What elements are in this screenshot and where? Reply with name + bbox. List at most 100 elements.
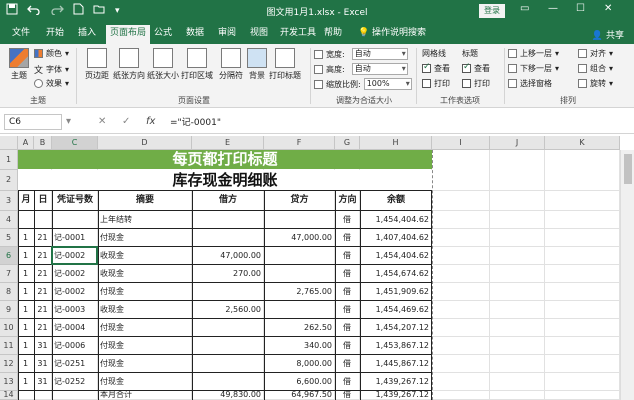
table-cell: 借 <box>343 287 351 296</box>
print-titles-button[interactable]: 打印标题 <box>268 48 302 81</box>
column-header[interactable]: E <box>192 136 264 150</box>
row-header[interactable]: 7 <box>0 265 18 283</box>
row-header[interactable]: 5 <box>0 229 18 247</box>
scale-stepper[interactable]: 100% <box>363 78 412 90</box>
window-title: 图文用1月1.xlsx - Excel <box>266 8 368 18</box>
scrollbar-thumb[interactable] <box>624 154 632 184</box>
row-header[interactable]: 8 <box>0 283 18 301</box>
print-area-button[interactable]: 打印区域 <box>180 48 214 81</box>
maximize-icon[interactable]: ☐ <box>576 3 585 14</box>
minimize-icon[interactable]: — <box>548 3 558 14</box>
tab-developer[interactable]: 开发工具 <box>276 26 320 44</box>
headings-print-checkbox[interactable] <box>462 79 471 88</box>
table-cell: 1,454,404.62 <box>375 215 429 224</box>
table-cell: 1,439,267.12 <box>375 377 429 386</box>
table-cell: 47,000.00 <box>220 251 261 260</box>
name-box[interactable]: C6 <box>4 114 62 130</box>
align-button[interactable]: 对齐 ▾ <box>578 48 613 59</box>
login-button[interactable]: 登录 <box>479 4 505 18</box>
themes-button[interactable]: 主题 <box>2 48 36 81</box>
table-cell: 8,000.00 <box>296 359 332 368</box>
headings-view[interactable]: 查看 <box>462 62 490 74</box>
table-cell: 21 <box>37 287 48 296</box>
vertical-scrollbar[interactable] <box>620 150 634 400</box>
column-header[interactable]: D <box>98 136 192 150</box>
table-header: 借方 <box>218 195 237 205</box>
select-all-corner[interactable] <box>0 136 18 150</box>
row-header[interactable]: 11 <box>0 337 18 355</box>
size-button[interactable]: 纸张大小 <box>146 48 180 81</box>
row-header[interactable]: 14 <box>0 391 18 400</box>
ribbon-display-icon[interactable]: ▭ <box>520 3 529 14</box>
bring-forward-button[interactable]: 上移一层 ▾ <box>508 48 559 59</box>
formula-input[interactable]: ="记-0001" <box>170 115 221 128</box>
column-header[interactable]: F <box>264 136 335 150</box>
tab-formulas[interactable]: 公式 <box>150 26 176 44</box>
tab-insert[interactable]: 插入 <box>74 26 100 44</box>
theme-effects-button[interactable]: 效果 ▾ <box>34 78 69 89</box>
active-cell-outline[interactable] <box>51 246 98 265</box>
gridlines-print[interactable]: 打印 <box>422 78 450 89</box>
table-cell: 本月合计 <box>100 391 132 399</box>
tab-page-layout[interactable]: 页面布局 <box>106 25 151 44</box>
column-header[interactable]: C <box>52 136 98 150</box>
row-header[interactable]: 10 <box>0 319 18 337</box>
headings-print[interactable]: 打印 <box>462 78 490 89</box>
enter-icon[interactable]: ✓ <box>122 116 130 127</box>
tab-file[interactable]: 文件 <box>8 26 34 44</box>
colors-icon <box>34 49 43 58</box>
selection-pane-button[interactable]: 选择窗格 <box>508 78 552 89</box>
table-cell: 付现金 <box>100 341 124 350</box>
send-backward-button[interactable]: 下移一层 ▾ <box>508 63 559 74</box>
theme-fonts-button[interactable]: 文 字体 ▾ <box>34 63 69 76</box>
orientation-button[interactable]: 纸张方向 <box>112 48 146 81</box>
share-button[interactable]: 👤 共享 <box>592 28 624 41</box>
width-select[interactable]: 自动 <box>351 48 408 60</box>
namebox-dropdown-icon[interactable]: ▾ <box>66 116 71 127</box>
table-cell: 记-0006 <box>54 341 86 350</box>
table-cell: 1,453,867.12 <box>375 341 429 350</box>
row-header[interactable]: 4 <box>0 211 18 229</box>
column-header[interactable]: G <box>335 136 360 150</box>
margins-button[interactable]: 页边距 <box>80 48 114 81</box>
column-header[interactable]: K <box>545 136 620 150</box>
group-label-arrange: 排列 <box>560 96 576 105</box>
gridlines-print-checkbox[interactable] <box>422 79 431 88</box>
spreadsheet-grid[interactable]: ABCDEFGHIJK 1 2 3 4 5 6 7 8 9 10 11 12 13 14 每页都打印标题库… <box>0 136 634 400</box>
row-header[interactable]: 9 <box>0 301 18 319</box>
row-header[interactable]: 1 <box>0 150 18 170</box>
group-icon <box>578 64 587 73</box>
gridline <box>544 150 545 400</box>
tab-review[interactable]: 审阅 <box>214 26 240 44</box>
column-header[interactable]: J <box>490 136 545 150</box>
rotate-icon <box>578 79 587 88</box>
close-icon[interactable]: ✕ <box>604 3 612 14</box>
tab-view[interactable]: 视图 <box>246 26 272 44</box>
rotate-button[interactable]: 旋转 ▾ <box>578 78 613 89</box>
row-header[interactable]: 3 <box>0 191 18 211</box>
ribbon-divider <box>76 48 77 104</box>
row-header[interactable]: 6 <box>0 247 18 265</box>
row-header[interactable]: 13 <box>0 373 18 391</box>
tab-home[interactable]: 开始 <box>42 26 68 44</box>
column-header[interactable]: B <box>34 136 52 150</box>
tab-help[interactable]: 帮助 <box>320 26 346 44</box>
tab-data[interactable]: 数据 <box>182 26 208 44</box>
group-button[interactable]: 组合 ▾ <box>578 63 613 74</box>
column-header[interactable]: I <box>432 136 490 150</box>
theme-colors-button[interactable]: 颜色 ▾ <box>34 48 69 59</box>
row-header[interactable]: 2 <box>0 170 18 191</box>
tell-me-search[interactable]: 操作说明搜索 <box>368 26 430 44</box>
gridlines-view[interactable]: 查看 <box>422 62 450 74</box>
table-cell: 记-0003 <box>54 305 86 314</box>
insert-function-icon[interactable]: fx <box>146 116 155 127</box>
table-cell: 1 <box>22 269 29 278</box>
gridlines-view-checkbox[interactable] <box>422 62 431 73</box>
cancel-icon[interactable]: ✕ <box>98 116 106 127</box>
row-header[interactable]: 12 <box>0 355 18 373</box>
column-header[interactable]: H <box>360 136 432 150</box>
height-select[interactable]: 自动 <box>351 63 408 75</box>
column-header[interactable]: A <box>18 136 34 150</box>
title-bar: ▾ 图文用1月1.xlsx - Excel 登录 ▭ — ☐ ✕ <box>0 0 634 22</box>
headings-view-checkbox[interactable] <box>462 62 471 73</box>
